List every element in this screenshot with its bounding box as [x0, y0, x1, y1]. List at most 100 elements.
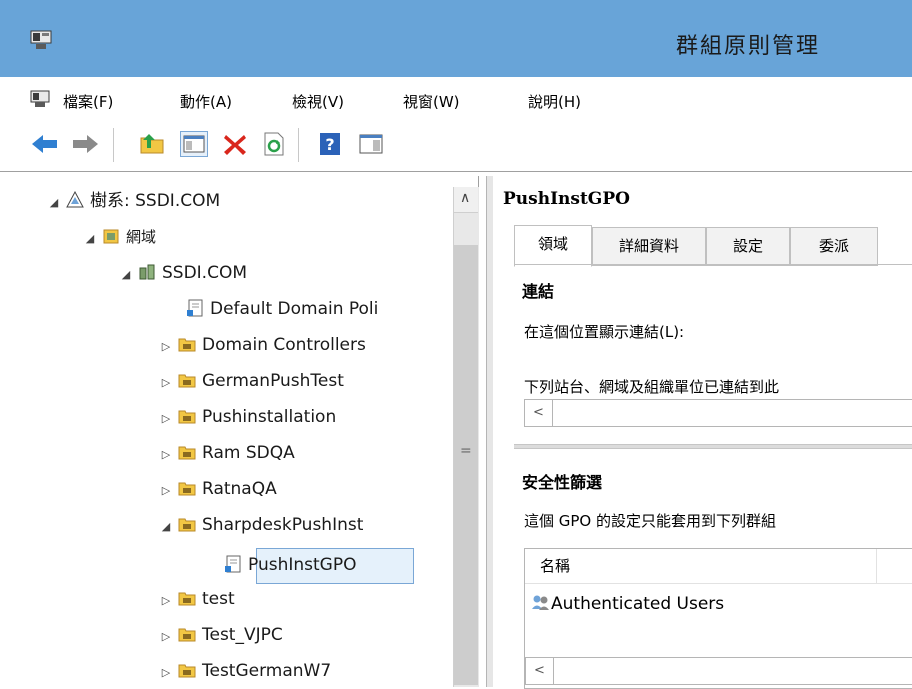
- menu-help[interactable]: 說明(H): [528, 91, 581, 112]
- tree-node-domain[interactable]: ◢ SSDI.COM: [120, 258, 247, 288]
- ou-folder-icon: [178, 369, 196, 388]
- scroll-up-glyph: ∧: [460, 190, 471, 206]
- tree-item-ou[interactable]: ▷ GermanPushTest: [160, 366, 344, 396]
- menu-view[interactable]: 檢視(V): [292, 91, 344, 112]
- toolbar-separator: [113, 128, 114, 162]
- expand-arrow-icon[interactable]: ▷: [160, 368, 172, 398]
- expand-arrow-icon[interactable]: ▷: [160, 332, 172, 362]
- ou-folder-icon: [178, 477, 196, 496]
- tree-vertical-scrollbar[interactable]: ∧ =: [453, 187, 479, 687]
- gpo-link-icon: [224, 553, 242, 573]
- list-item-authenticated-users[interactable]: Authenticated Users: [531, 594, 724, 614]
- scroll-thumb-grip: =: [460, 443, 472, 459]
- tree-node-domains[interactable]: ◢ 網域: [84, 222, 156, 252]
- gpo-title: PushInstGPO: [503, 189, 630, 209]
- expand-arrow-icon[interactable]: ▷: [160, 404, 172, 434]
- scroll-left-button[interactable]: <: [525, 400, 553, 426]
- tree-item-ou[interactable]: ▷ Ram SDQA: [160, 438, 295, 468]
- tabs-baseline: [514, 264, 912, 265]
- menu-file[interactable]: 檔案(F): [63, 91, 113, 112]
- toolbar-border: [0, 171, 912, 172]
- expand-arrow-icon[interactable]: ▷: [160, 440, 172, 470]
- tree-item-ou[interactable]: ▷ Pushinstallation: [160, 402, 336, 432]
- domains-icon: [102, 225, 120, 244]
- expand-arrow-icon[interactable]: ▷: [160, 658, 172, 688]
- tree-label: Test_VJPC: [202, 625, 283, 645]
- tree-label-forest: 樹系: SSDI.COM: [90, 191, 221, 211]
- toolbar-separator-2: [298, 128, 299, 162]
- links-horizontal-scrollbar[interactable]: <: [524, 399, 912, 427]
- ou-folder-icon: [178, 405, 196, 424]
- scroll-left-button[interactable]: <: [526, 658, 554, 684]
- tab-delegation[interactable]: 委派: [790, 227, 878, 266]
- domain-icon: [138, 261, 156, 280]
- tree-label: Default Domain Poli: [210, 299, 379, 319]
- user-group-icon: [531, 594, 551, 612]
- gpmc-app-icon[interactable]: [30, 30, 52, 50]
- collapse-arrow-icon[interactable]: ◢: [160, 512, 172, 542]
- tree-item-ou[interactable]: ▷ test: [160, 584, 235, 614]
- tree-item-ou[interactable]: ▷ RatnaQA: [160, 474, 277, 504]
- back-arrow-icon[interactable]: [30, 133, 60, 159]
- up-folder-icon[interactable]: [140, 131, 166, 159]
- tab-scope[interactable]: 領域: [514, 225, 592, 267]
- scroll-up-button[interactable]: ∧: [454, 187, 478, 213]
- expand-arrow-icon[interactable]: ▷: [160, 476, 172, 506]
- ou-folder-icon: [178, 587, 196, 606]
- help-icon[interactable]: ?: [319, 132, 341, 160]
- show-hide-tree-icon[interactable]: [180, 131, 208, 161]
- expand-arrow-icon[interactable]: ▷: [160, 622, 172, 652]
- tree-node-forest[interactable]: ◢ 樹系: SSDI.COM: [48, 186, 220, 216]
- gpo-link-icon: [186, 297, 204, 317]
- tree-item-ou[interactable]: ▷ Domain Controllers: [160, 330, 366, 360]
- column-separator[interactable]: [876, 549, 877, 583]
- list-item-label: Authenticated Users: [551, 594, 725, 614]
- list-column-header[interactable]: [525, 549, 912, 584]
- tab-details[interactable]: 詳細資料: [592, 227, 706, 266]
- tree-item-ou-expanded[interactable]: ◢ SharpdeskPushInst: [160, 510, 364, 542]
- expand-arrow-icon[interactable]: ▷: [160, 586, 172, 616]
- forest-icon: [66, 189, 84, 208]
- tree-label: GermanPushTest: [202, 371, 344, 391]
- delete-x-icon[interactable]: [222, 132, 248, 160]
- security-filter-heading: 安全性篩選: [522, 473, 603, 492]
- menu-app-icon[interactable]: [30, 90, 50, 112]
- ou-folder-icon: [178, 441, 196, 460]
- section-divider[interactable]: [514, 444, 912, 449]
- ou-folder-icon: [178, 623, 196, 642]
- tree-label: PushInstGPO: [248, 555, 357, 575]
- tree-label: Domain Controllers: [202, 335, 366, 355]
- tree-label: RatnaQA: [202, 479, 277, 499]
- tree-label: SharpdeskPushInst: [202, 515, 364, 535]
- toolbar: [0, 121, 912, 171]
- tree-label: test: [202, 589, 235, 609]
- ou-folder-icon: [178, 659, 196, 678]
- tab-settings[interactable]: 設定: [706, 227, 790, 266]
- column-name[interactable]: 名稱: [540, 555, 570, 576]
- window-title: 群組原則管理: [676, 34, 821, 59]
- menu-window[interactable]: 視窗(W): [403, 91, 460, 112]
- tree-label-domain: SSDI.COM: [162, 263, 248, 283]
- tree-label: Pushinstallation: [202, 407, 337, 427]
- tree-item-default-domain-policy[interactable]: Default Domain Poli: [168, 294, 378, 324]
- tree-label-domains: 網域: [126, 228, 157, 246]
- ou-folder-icon: [178, 513, 196, 532]
- list-horizontal-scrollbar[interactable]: <: [525, 657, 912, 685]
- forward-arrow-icon[interactable]: [70, 133, 100, 159]
- refresh-icon[interactable]: [263, 132, 285, 160]
- security-filter-description: 這個 GPO 的設定只能套用到下列群組: [524, 512, 777, 530]
- links-heading: 連結: [522, 282, 555, 301]
- collapse-arrow-icon[interactable]: ◢: [120, 260, 132, 290]
- svg-text:?: ?: [325, 135, 334, 154]
- tree-item-ou[interactable]: ▷ Test_VJPC: [160, 620, 283, 650]
- tree-label: TestGermanW7: [202, 661, 332, 681]
- collapse-arrow-icon[interactable]: ◢: [84, 224, 96, 254]
- links-description: 下列站台、網域及組織單位已連結到此: [524, 378, 780, 396]
- tree-item-ou[interactable]: ▷ TestGermanW7: [160, 656, 331, 686]
- links-location-label: 在這個位置顯示連結(L):: [524, 323, 685, 341]
- scroll-thumb[interactable]: =: [454, 245, 478, 685]
- menu-action[interactable]: 動作(A): [180, 91, 232, 112]
- tree-item-selected-gpo[interactable]: PushInstGPO: [206, 550, 356, 580]
- collapse-arrow-icon[interactable]: ◢: [48, 188, 60, 218]
- properties-pane-icon[interactable]: [358, 132, 384, 160]
